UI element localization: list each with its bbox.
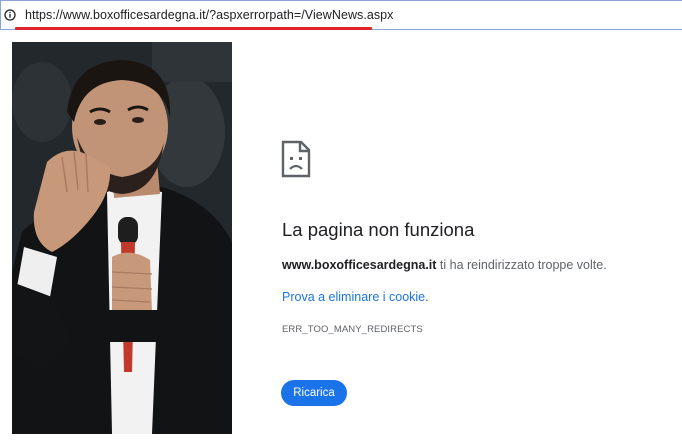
reload-button[interactable]: Ricarica <box>281 380 347 406</box>
error-message-text: ti ha reindirizzato troppe volte. <box>436 258 607 272</box>
clear-cookies-link[interactable]: Prova a eliminare i cookie <box>282 290 425 304</box>
address-bar[interactable]: https://www.boxofficesardegna.it/?aspxer… <box>0 0 682 30</box>
photo-image <box>12 42 232 434</box>
error-message: www.boxofficesardegna.it ti ha reindiriz… <box>282 258 607 272</box>
url-highlight-underline <box>15 27 372 30</box>
error-code: ERR_TOO_MANY_REDIRECTS <box>282 324 423 335</box>
info-icon[interactable] <box>4 9 16 21</box>
browser-page: https://www.boxofficesardegna.it/?aspxer… <box>0 0 682 440</box>
clear-cookies-suggestion: Prova a eliminare i cookie. <box>282 290 429 304</box>
url-text[interactable]: https://www.boxofficesardegna.it/?aspxer… <box>25 8 393 22</box>
error-domain: www.boxofficesardegna.it <box>282 258 437 272</box>
suggestion-period: . <box>425 290 429 304</box>
sad-document-icon <box>281 140 311 178</box>
error-title: La pagina non funziona <box>282 219 475 240</box>
